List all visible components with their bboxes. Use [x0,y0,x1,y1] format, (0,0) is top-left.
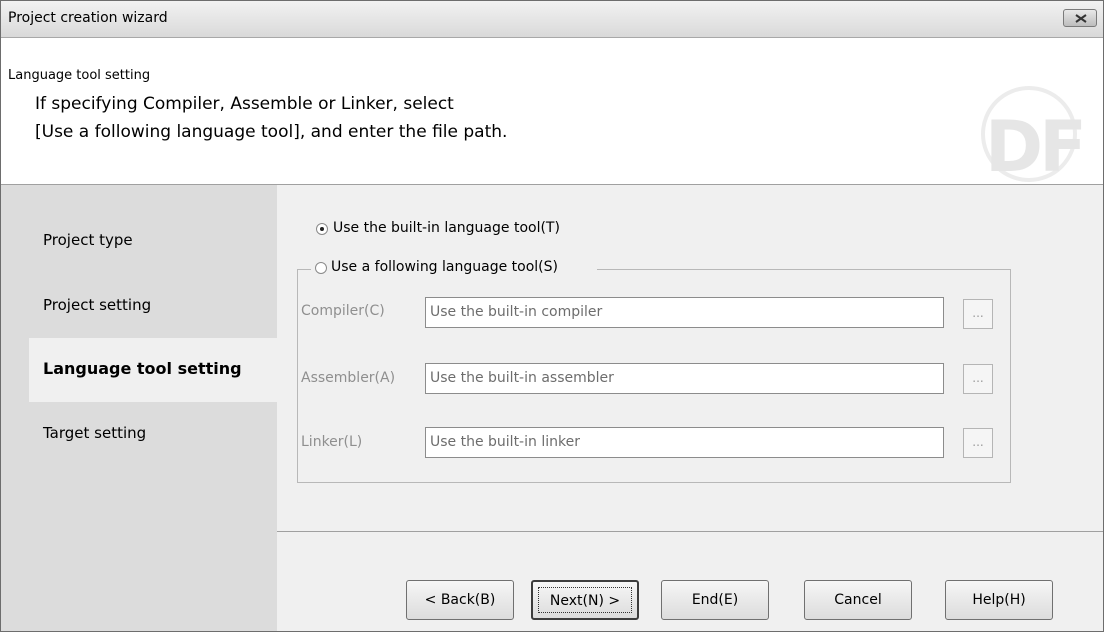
following-tool-radio[interactable] [315,262,327,274]
project-creation-wizard-window: Project creation wizard Language tool se… [0,0,1104,632]
sidebar-item-project-type[interactable]: Project type [43,231,133,249]
linker-label: Linker(L) [301,434,363,450]
window-title: Project creation wizard [8,10,168,26]
compiler-browse-button[interactable]: ... [963,299,993,329]
footer-divider [277,531,1103,532]
following-tool-label[interactable]: Use a following language tool(S) [331,259,558,275]
wizard-header: Language tool setting If specifying Comp… [1,38,1103,186]
close-button[interactable] [1063,9,1097,27]
step-title: Language tool setting [8,68,151,83]
sidebar-item-language-tool-setting[interactable]: Language tool setting [43,359,242,378]
builtin-tool-radio[interactable] [316,223,328,235]
assembler-browse-button[interactable]: ... [963,364,993,394]
linker-browse-button[interactable]: ... [963,428,993,458]
next-button-label: Next(N) > [538,587,632,613]
svg-text:DF: DF [985,106,1083,186]
title-bar: Project creation wizard [1,1,1103,38]
sidebar-item-target-setting[interactable]: Target setting [43,424,146,442]
end-button[interactable]: End(E) [661,580,769,620]
help-button[interactable]: Help(H) [945,580,1053,620]
next-button[interactable]: Next(N) > [531,580,639,620]
compiler-path-field[interactable]: Use the built-in compiler [425,297,944,328]
linker-path-field[interactable]: Use the built-in linker [425,427,944,458]
cancel-button[interactable]: Cancel [804,580,912,620]
back-button[interactable]: < Back(B) [406,580,514,620]
assembler-label: Assembler(A) [301,370,396,386]
close-icon [1075,14,1087,23]
assembler-path-field[interactable]: Use the built-in assembler [425,363,944,394]
step-description-line-1: If specifying Compiler, Assemble or Link… [35,94,454,114]
sidebar-item-project-setting[interactable]: Project setting [43,296,151,314]
step-description-line-2: [Use a following language tool], and ent… [35,122,508,142]
df-logo-icon: DF [981,86,1087,186]
wizard-steps-sidebar [1,185,277,631]
compiler-label: Compiler(C) [301,303,385,319]
builtin-tool-label[interactable]: Use the built-in language tool(T) [333,220,560,236]
